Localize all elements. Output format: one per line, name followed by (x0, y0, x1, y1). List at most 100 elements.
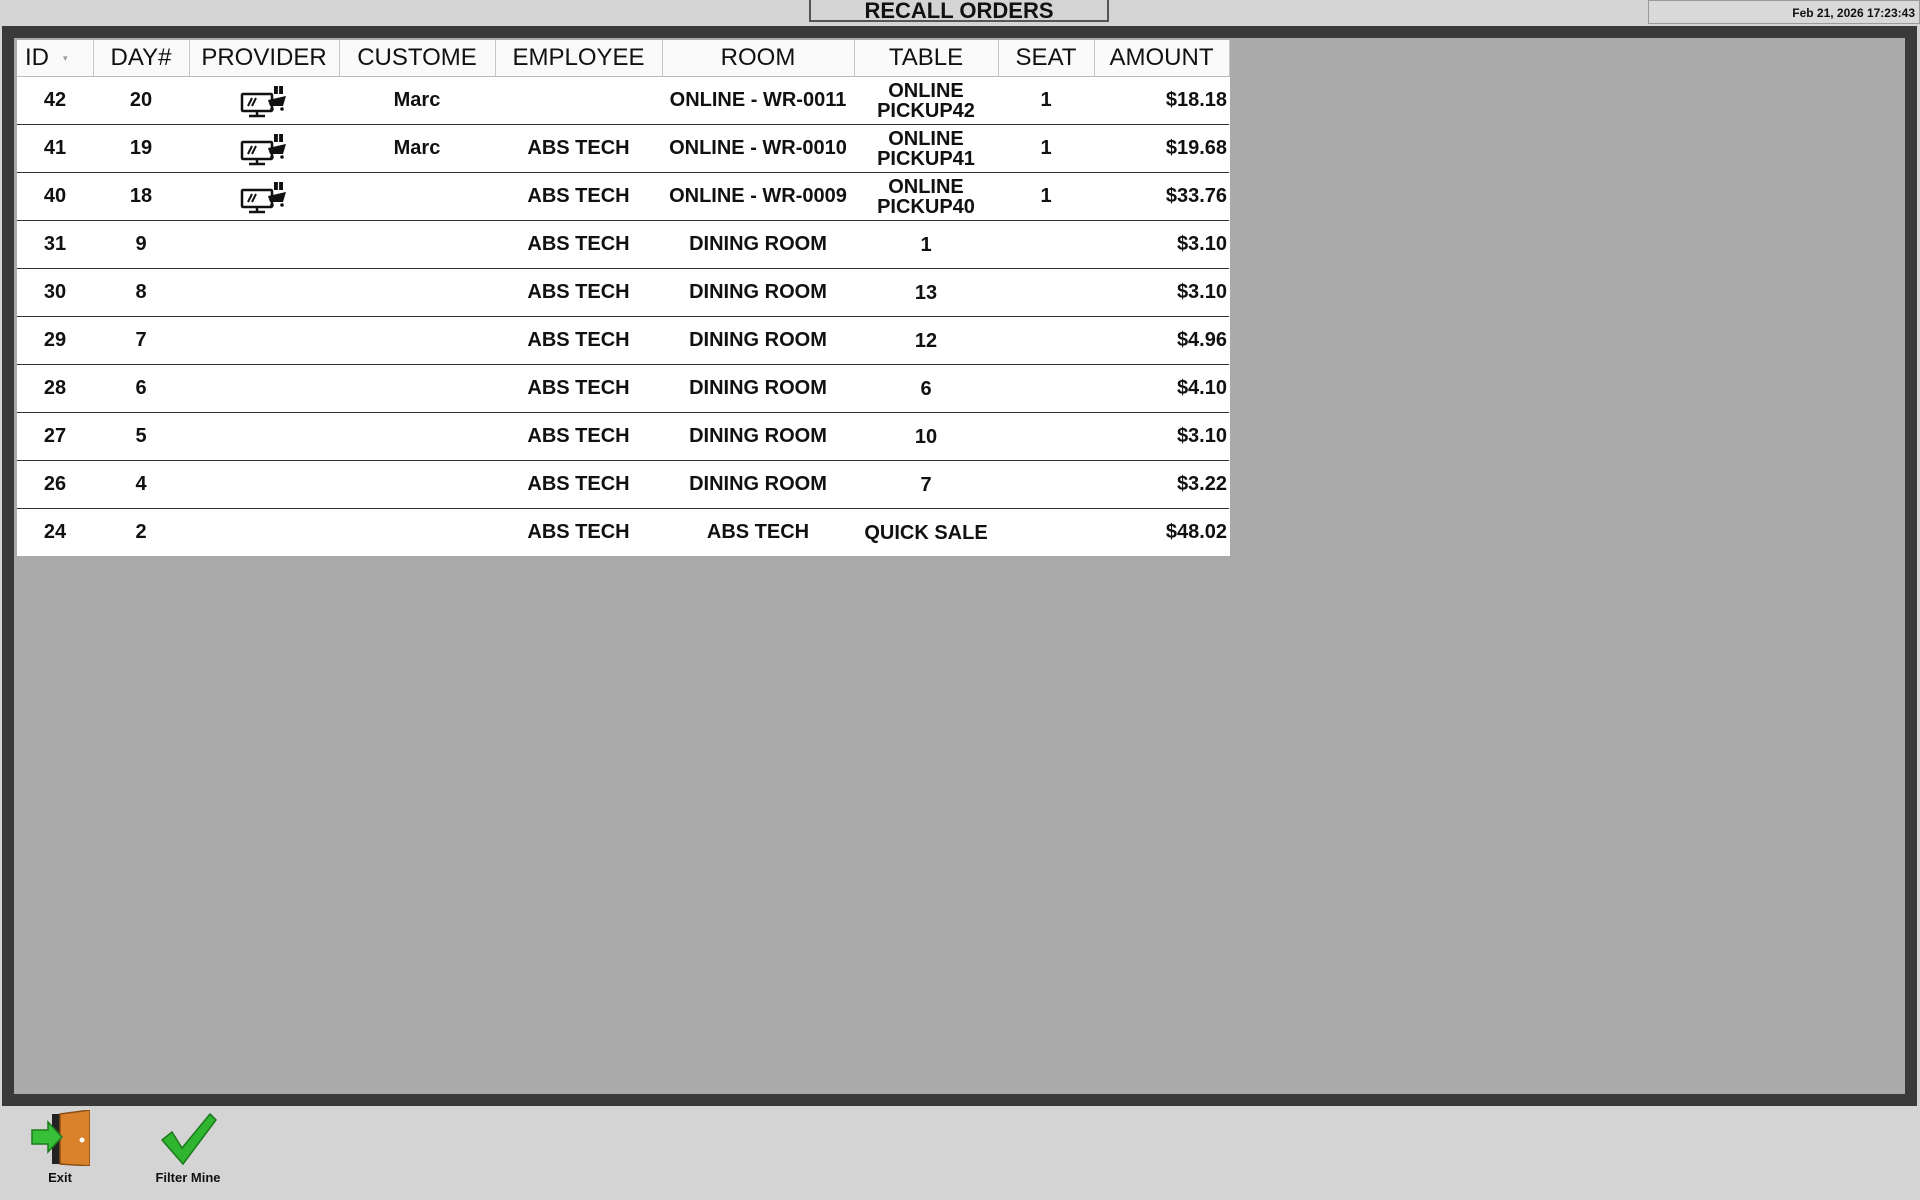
cell-seat (998, 460, 1094, 509)
cell-room: ONLINE - WR-0010 (662, 124, 854, 173)
cell-seat (998, 316, 1094, 365)
cell-employee: ABS TECH (495, 412, 662, 461)
cell-seat (998, 509, 1094, 557)
cell-customer (339, 268, 495, 317)
cell-day: 9 (93, 220, 189, 269)
cell-employee: ABS TECH (495, 220, 662, 269)
cell-seat (998, 364, 1094, 413)
orders-table: ID ▾ DAY# PROVIDER CUSTOME EMPLOYEE ROOM … (17, 40, 1230, 556)
cell-table: 7 (854, 460, 998, 509)
column-header-amount[interactable]: AMOUNT (1094, 40, 1230, 77)
cell-customer (339, 172, 495, 221)
column-header-day[interactable]: DAY# (93, 40, 190, 77)
cell-amount: $4.10 (1094, 364, 1229, 413)
cell-customer: Marc (339, 76, 495, 125)
table-row[interactable]: 42 20 Marc ONLINE - WR-0011 ONLINE PICKUP… (17, 76, 1229, 125)
cell-day: 7 (93, 316, 189, 365)
cell-id: 31 (17, 220, 93, 269)
cell-employee: ABS TECH (495, 316, 662, 365)
cell-room: DINING ROOM (662, 316, 854, 365)
column-header-provider[interactable]: PROVIDER (189, 40, 340, 77)
exit-button[interactable]: Exit (0, 1110, 120, 1185)
online-order-icon (240, 131, 286, 165)
cell-day: 18 (93, 172, 189, 221)
table-row[interactable]: 40 18 ABS TECH ONLINE - WR-0009 ONLINE PI… (17, 172, 1229, 221)
cell-provider (189, 76, 339, 125)
cell-seat: 1 (998, 76, 1094, 125)
cell-provider (189, 124, 339, 173)
cell-amount: $3.10 (1094, 268, 1229, 317)
datetime-display: Feb 21, 2026 17:23:43 (1648, 0, 1920, 24)
cell-seat (998, 220, 1094, 269)
cell-id: 41 (17, 124, 93, 173)
column-header-table[interactable]: TABLE (854, 40, 999, 77)
cell-customer (339, 509, 495, 557)
filter-mine-button[interactable]: Filter Mine (128, 1110, 248, 1185)
cell-room: DINING ROOM (662, 268, 854, 317)
cell-provider (189, 364, 339, 413)
cell-id: 26 (17, 460, 93, 509)
cell-id: 27 (17, 412, 93, 461)
cell-table: 6 (854, 364, 998, 413)
cell-day: 19 (93, 124, 189, 173)
cell-id: 30 (17, 268, 93, 317)
cell-seat: 1 (998, 172, 1094, 221)
cell-customer: Marc (339, 124, 495, 173)
cell-id: 28 (17, 364, 93, 413)
cell-table: ONLINE PICKUP40 (854, 172, 998, 221)
cell-room: ONLINE - WR-0009 (662, 172, 854, 221)
cell-room: DINING ROOM (662, 412, 854, 461)
cell-amount: $48.02 (1165, 521, 1227, 543)
cell-amount: $3.22 (1094, 460, 1229, 509)
column-header-room[interactable]: ROOM (662, 40, 855, 77)
table-row[interactable]: 31 9 ABS TECH DINING ROOM 1 $3.10 (17, 220, 1229, 269)
cell-provider (189, 172, 339, 221)
cell-customer (339, 364, 495, 413)
online-order-icon (240, 179, 286, 213)
cell-employee: ABS TECH (495, 364, 662, 413)
column-header-seat[interactable]: SEAT (998, 40, 1095, 77)
filter-mine-label: Filter Mine (155, 1170, 221, 1185)
table-row[interactable]: 41 19 Marc ABS TECH ONLINE - WR-0010 ONL… (17, 124, 1229, 173)
table-row[interactable]: 28 6 ABS TECH DINING ROOM 6 $4.10 (17, 364, 1229, 413)
cell-room: DINING ROOM (662, 460, 854, 509)
table-header-row: ID ▾ DAY# PROVIDER CUSTOME EMPLOYEE ROOM … (17, 40, 1230, 77)
cell-day: 4 (93, 460, 189, 509)
cell-amount: $18.18 (1094, 76, 1229, 125)
cell-seat: 1 (998, 124, 1094, 173)
cell-provider (189, 268, 339, 317)
cell-seat (998, 412, 1094, 461)
cell-table: 13 (854, 268, 998, 317)
cell-day: 6 (93, 364, 189, 413)
cell-id: 29 (17, 316, 93, 365)
column-header-employee[interactable]: EMPLOYEE (495, 40, 663, 77)
page-title: RECALL ORDERS (809, 0, 1109, 22)
table-row[interactable]: 30 8 ABS TECH DINING ROOM 13 $3.10 (17, 268, 1229, 317)
table-row[interactable]: 29 7 ABS TECH DINING ROOM 12 $4.96 (17, 316, 1229, 365)
cell-provider (189, 509, 339, 557)
table-row[interactable]: 26 4 ABS TECH DINING ROOM 7 $3.22 (17, 460, 1229, 509)
cell-table: ONLINE PICKUP41 (854, 124, 998, 173)
online-order-icon (240, 83, 286, 117)
cell-employee: ABS TECH (495, 124, 662, 173)
column-header-customer[interactable]: CUSTOME (339, 40, 496, 77)
cell-room: ABS TECH (706, 521, 810, 543)
cell-employee: ABS TECH (495, 172, 662, 221)
cell-day: 5 (93, 412, 189, 461)
exit-door-icon (31, 1110, 90, 1166)
cell-room: DINING ROOM (662, 220, 854, 269)
table-row[interactable]: 27 5 ABS TECH DINING ROOM 10 $3.10 (17, 412, 1229, 461)
cell-day: 8 (93, 268, 189, 317)
cell-employee: ABS TECH (495, 268, 662, 317)
cell-room: ONLINE - WR-0011 (662, 76, 854, 125)
cell-amount: $19.68 (1094, 124, 1229, 173)
cell-table: ONLINE PICKUP42 (854, 76, 998, 125)
cell-day: 2 (135, 521, 147, 543)
cell-employee: ABS TECH (495, 460, 662, 509)
cell-employee: ABS TECH (527, 521, 630, 543)
cell-id: 40 (17, 172, 93, 221)
column-header-id[interactable]: ID ▾ (17, 40, 94, 77)
cell-amount: $3.10 (1094, 220, 1229, 269)
table-row[interactable]: 24 2 ABS TECH ABS TECH QUICK SALE $48.02 (17, 509, 1229, 557)
cell-table: 1 (854, 220, 998, 269)
